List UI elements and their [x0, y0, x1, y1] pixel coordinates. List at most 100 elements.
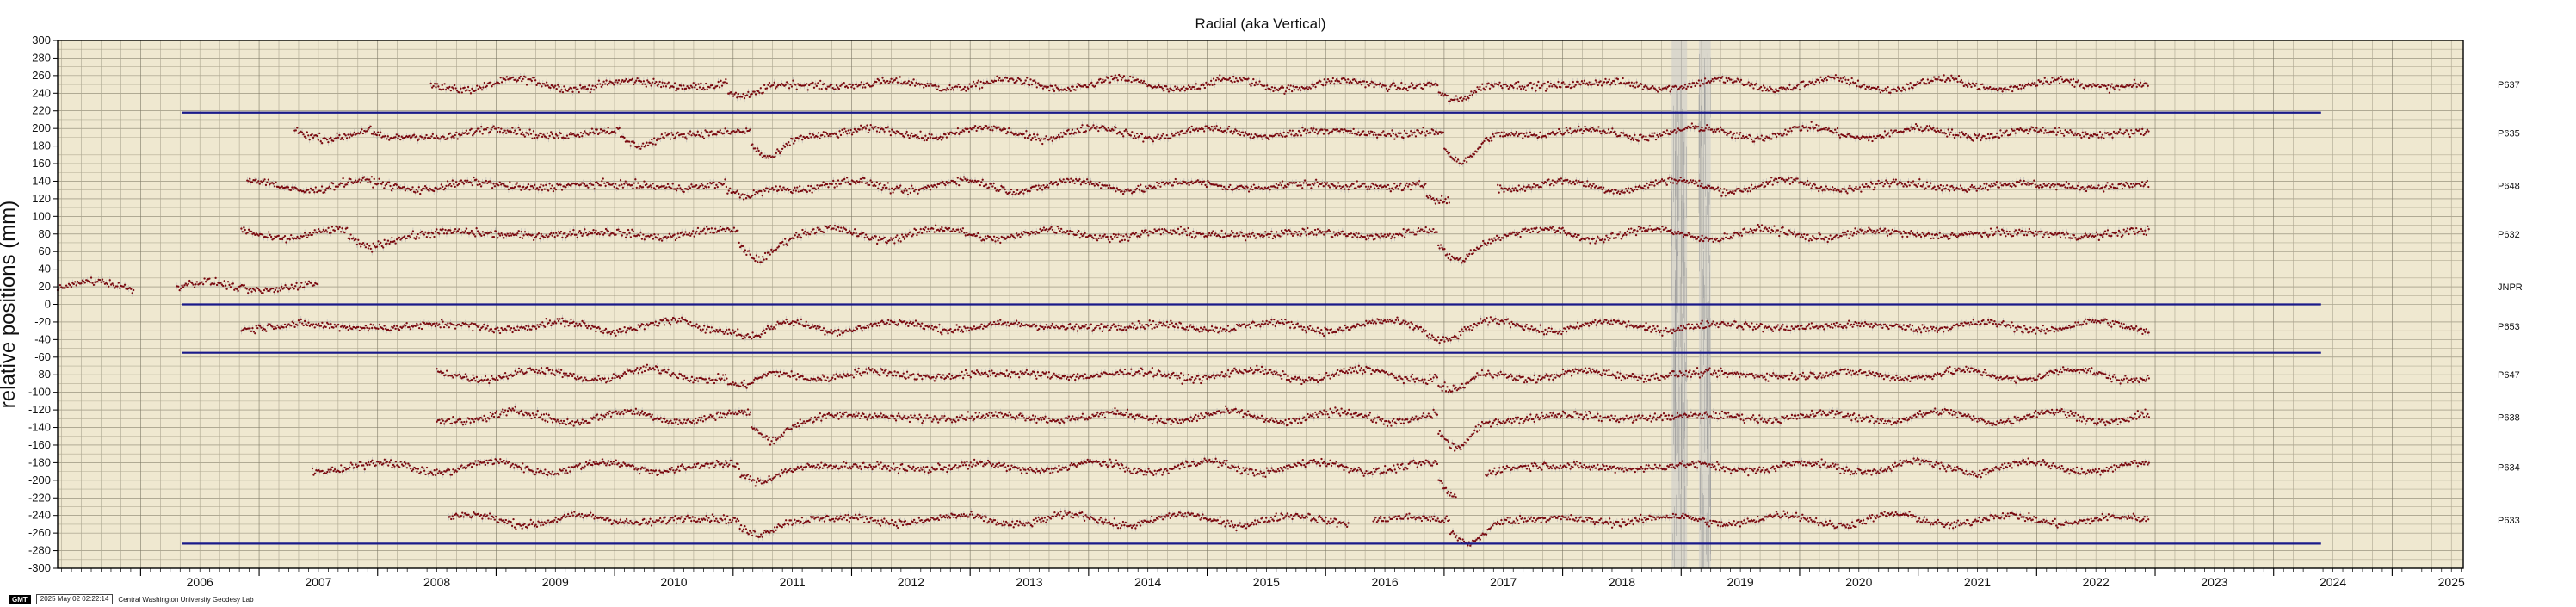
data-point	[723, 81, 726, 84]
data-point	[652, 77, 655, 80]
data-point	[639, 80, 643, 83]
data-point	[689, 87, 691, 90]
data-point	[435, 86, 437, 89]
data-point	[718, 86, 721, 89]
data-point	[566, 90, 569, 92]
data-point	[608, 82, 610, 85]
data-point	[646, 79, 649, 82]
data-point	[673, 82, 676, 84]
data-point	[440, 89, 442, 91]
data-point	[754, 93, 757, 96]
data-point	[742, 92, 744, 96]
data-point	[586, 87, 590, 90]
data-point	[675, 90, 677, 92]
data-point	[697, 83, 700, 85]
data-point	[644, 83, 646, 85]
data-point	[570, 87, 573, 90]
data-point	[491, 85, 493, 88]
data-point	[432, 84, 435, 88]
data-point	[463, 86, 466, 89]
data-point	[745, 94, 749, 96]
data-point	[705, 82, 707, 85]
data-point	[642, 80, 646, 83]
data-point	[698, 86, 701, 89]
data-point	[602, 80, 605, 83]
data-point	[511, 76, 515, 79]
data-point	[514, 78, 517, 81]
data-point	[448, 85, 451, 89]
data-point	[534, 79, 537, 82]
data-point	[600, 85, 602, 88]
data-point	[695, 88, 699, 90]
data-point	[681, 87, 683, 90]
data-point	[655, 80, 658, 84]
data-point	[729, 90, 732, 94]
data-point	[779, 84, 782, 87]
data-point	[672, 85, 675, 89]
data-point	[444, 88, 448, 91]
data-point	[498, 82, 501, 85]
data-point	[615, 79, 618, 82]
data-point	[786, 81, 788, 84]
data-point	[795, 88, 798, 90]
data-point	[474, 89, 477, 92]
data-point	[524, 76, 527, 78]
data-point	[452, 87, 454, 90]
data-point	[554, 84, 557, 87]
data-point	[468, 90, 471, 92]
data-point	[584, 85, 587, 88]
data-point	[555, 87, 558, 90]
data-point	[505, 76, 509, 78]
data-point	[521, 79, 523, 83]
data-point	[660, 85, 663, 89]
data-point	[599, 83, 602, 85]
data-point	[619, 83, 621, 85]
data-point	[592, 89, 596, 91]
data-point	[677, 87, 680, 90]
data-point	[590, 88, 593, 90]
data-point	[636, 77, 639, 80]
data-point	[476, 84, 479, 87]
data-point	[747, 90, 750, 94]
data-point	[611, 82, 614, 84]
data-point	[711, 84, 713, 87]
data-point	[596, 83, 599, 85]
data-point	[751, 92, 753, 96]
data-point	[441, 84, 443, 86]
data-point	[535, 84, 538, 86]
data-point	[525, 84, 528, 86]
data-point	[516, 79, 520, 82]
data-point	[518, 77, 521, 80]
data-point	[717, 80, 720, 84]
data-point	[680, 84, 683, 87]
data-point	[708, 86, 711, 89]
data-point	[648, 82, 652, 84]
data-point	[661, 81, 664, 84]
data-point	[758, 91, 761, 94]
data-point	[466, 85, 470, 89]
data-point	[460, 91, 463, 94]
data-point	[577, 88, 579, 90]
data-point	[773, 81, 775, 84]
data-point	[787, 83, 789, 85]
data-point	[650, 84, 652, 87]
data-point	[482, 86, 485, 89]
data-point	[549, 86, 552, 90]
data-point	[466, 89, 468, 91]
data-point	[684, 87, 688, 90]
data-point	[443, 83, 446, 85]
data-point	[480, 89, 484, 91]
data-point	[664, 85, 668, 88]
data-point	[772, 84, 775, 87]
data-point	[790, 85, 794, 88]
data-point	[633, 83, 635, 86]
data-point	[541, 85, 543, 88]
data-point	[591, 84, 594, 87]
data-point	[658, 80, 661, 84]
data-point	[563, 85, 565, 88]
data-point	[437, 85, 440, 88]
data-point	[616, 81, 619, 84]
data-point	[768, 81, 771, 84]
data-point	[692, 82, 695, 84]
data-point	[617, 79, 621, 82]
